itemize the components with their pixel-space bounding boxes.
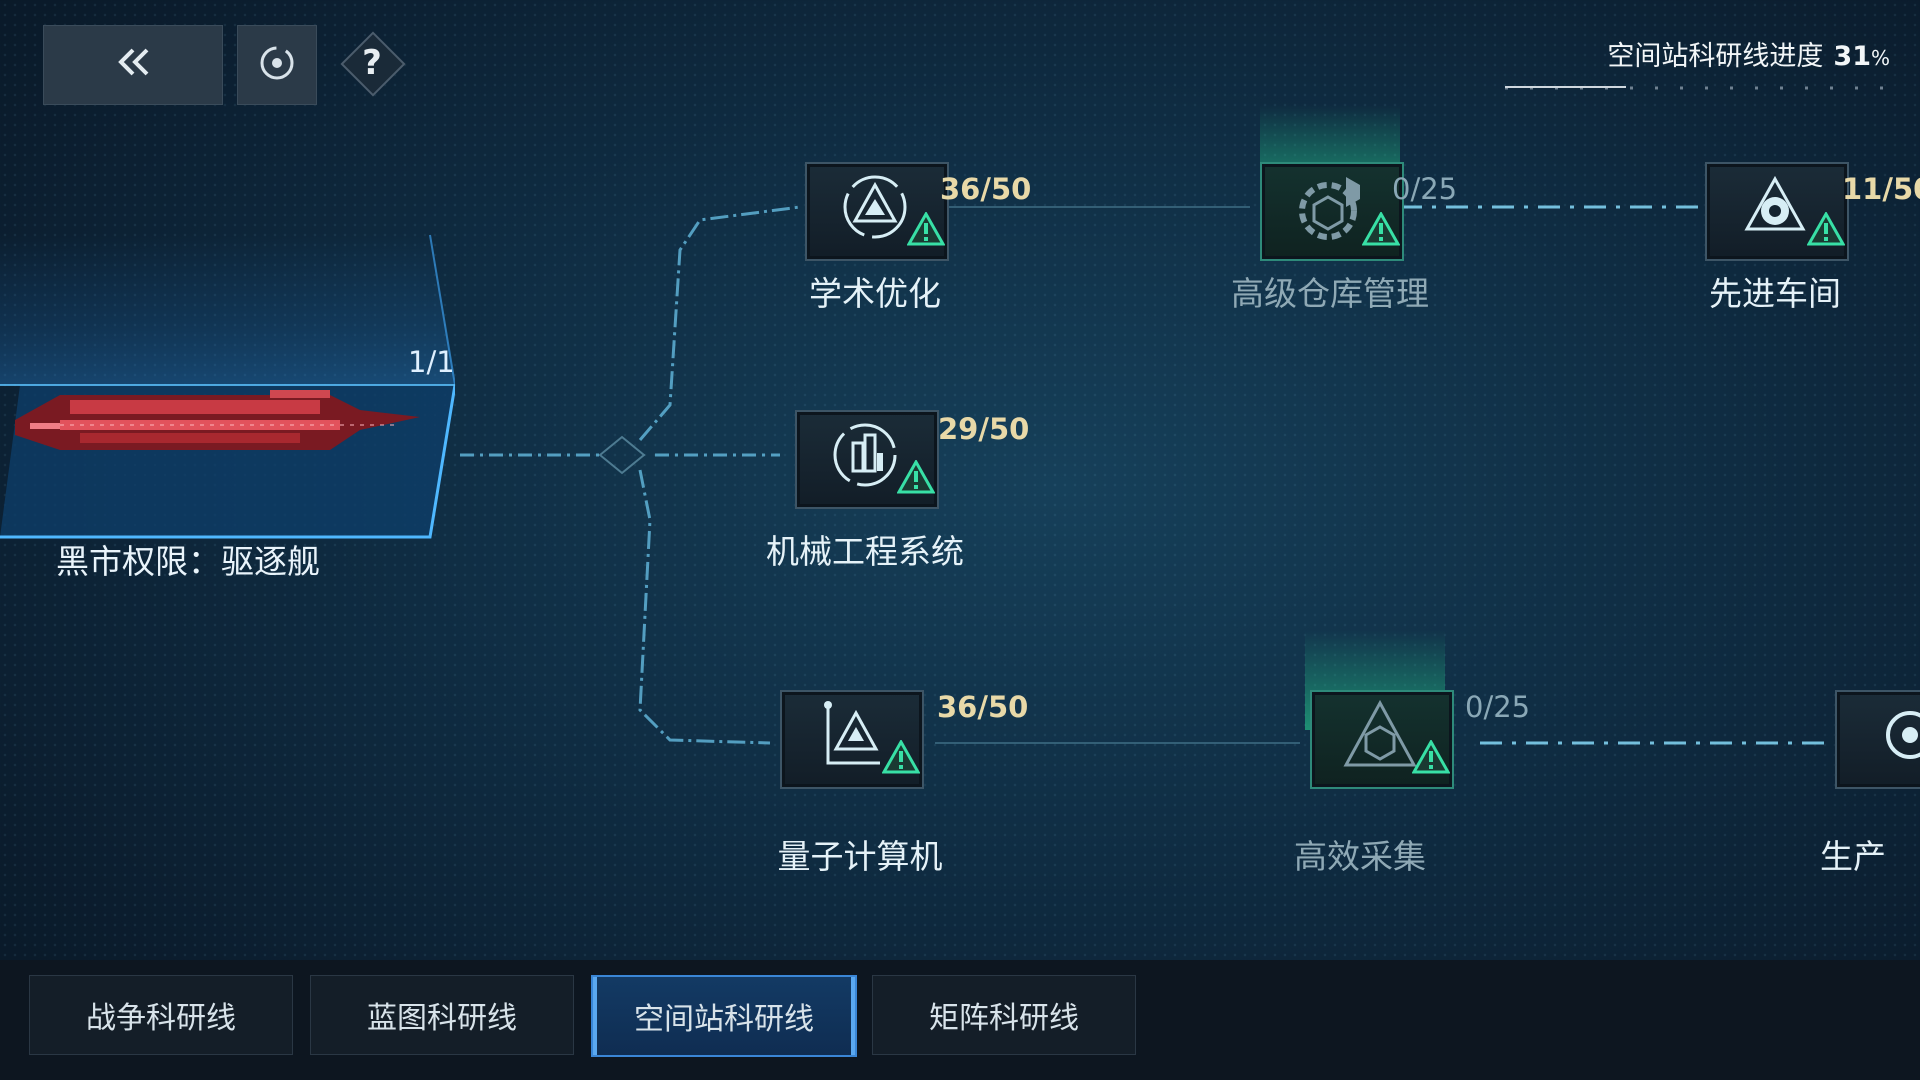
production-icon (1870, 695, 1920, 775)
node-mechanical-engineering[interactable]: 29/50 机械工程系统 (766, 410, 1029, 571)
tab-blueprint-research[interactable]: 蓝图科研线 (310, 975, 574, 1055)
node-progress: 29/50 (938, 412, 1030, 446)
node-label: 学术优化 (809, 274, 941, 313)
node-production[interactable]: 生产 (1820, 690, 1920, 876)
warning-icon (1806, 210, 1846, 246)
node-academic-optimization[interactable]: 36/50 学术优化 (805, 162, 1031, 313)
help-question-icon: ? (362, 43, 382, 83)
buildings-icon (825, 415, 905, 495)
root-progress: 1/1 (408, 345, 455, 379)
node-label: 量子计算机 (777, 837, 943, 876)
help-button[interactable]: ? (340, 31, 406, 97)
research-progress: 空间站科研线进度 31% (1607, 34, 1890, 73)
node-label: 高级仓库管理 (1231, 274, 1429, 313)
research-progress-label: 空间站科研线进度 (1607, 41, 1824, 72)
triangle-atom-icon (835, 167, 915, 247)
double-chevron-left-icon (111, 42, 155, 88)
node-quantum-computer[interactable]: 36/50 量子计算机 (778, 690, 1028, 876)
ship-hologram (0, 234, 457, 539)
research-progress-fill (1505, 86, 1626, 88)
cube-triangle-icon (1340, 695, 1420, 775)
root-ship-card[interactable]: 1/1 (0, 195, 457, 540)
triangle-gear-icon (1735, 167, 1815, 247)
gear-cube-icon (1290, 167, 1370, 247)
node-progress: 36/50 (937, 690, 1029, 724)
node-efficient-collection[interactable]: 0/25 高效采集 (1294, 690, 1530, 876)
research-line-tabs: 战争科研线 蓝图科研线 空间站科研线 矩阵科研线 (0, 960, 1920, 1080)
back-button[interactable] (43, 25, 223, 105)
node-label: 机械工程系统 (766, 532, 964, 571)
research-progress-value: 31 (1833, 41, 1871, 72)
warning-icon (881, 738, 921, 774)
node-progress: 11/50 (1842, 172, 1920, 206)
research-progress-track (1505, 86, 1895, 90)
research-progress-unit: % (1870, 46, 1890, 70)
node-label: 高效采集 (1294, 837, 1426, 876)
tab-space-station-research[interactable]: 空间站科研线 (591, 975, 857, 1057)
warning-icon (906, 210, 946, 246)
node-progress: 0/25 (1465, 690, 1531, 724)
warning-icon (1411, 738, 1451, 774)
node-advanced-workshop[interactable]: 11/50 先进车间 (1705, 162, 1920, 313)
root-name: 黑市权限：驱逐舰 (56, 542, 320, 581)
target-ring-icon (257, 43, 297, 87)
node-label: 生产 (1820, 837, 1886, 876)
node-advanced-warehouse[interactable]: 0/25 高级仓库管理 (1231, 162, 1457, 313)
tab-war-research[interactable]: 战争科研线 (29, 975, 293, 1055)
quantum-triangle-icon (810, 695, 890, 775)
tab-matrix-research[interactable]: 矩阵科研线 (872, 975, 1136, 1055)
warning-icon (1361, 210, 1401, 246)
warning-icon (896, 458, 936, 494)
reset-view-button[interactable] (237, 25, 317, 105)
node-progress: 36/50 (940, 172, 1032, 206)
node-progress: 0/25 (1392, 172, 1458, 206)
node-label: 先进车间 (1709, 274, 1841, 313)
